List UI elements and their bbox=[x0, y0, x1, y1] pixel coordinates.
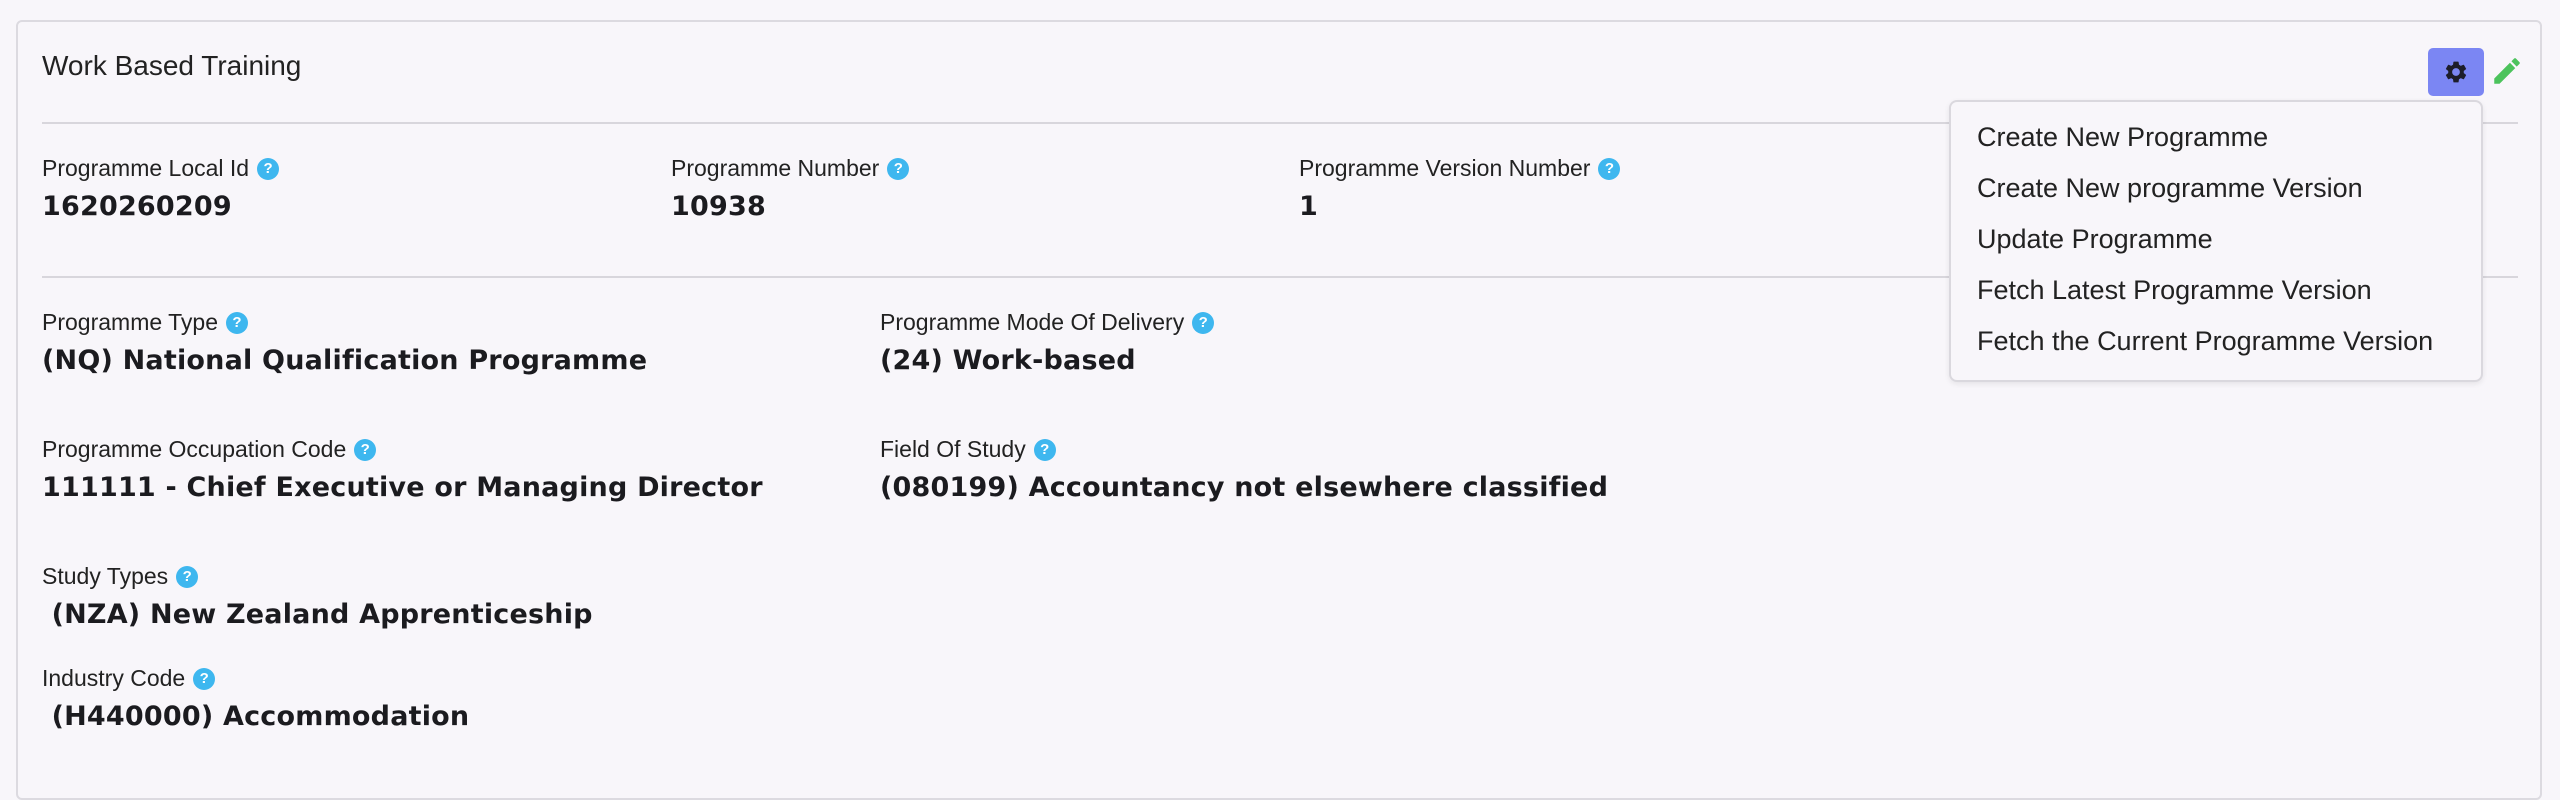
study-types-value: (NZA) New Zealand Apprenticeship bbox=[42, 599, 593, 630]
help-icon[interactable]: ? bbox=[257, 157, 280, 180]
field-of-study-label: Field Of Study ? bbox=[880, 436, 1056, 463]
study-types-label: Study Types ? bbox=[42, 563, 199, 590]
label-text: Programme Number bbox=[671, 155, 880, 181]
label-text: Study Types bbox=[42, 563, 169, 589]
programme-local-id-label: Programme Local Id ? bbox=[42, 155, 280, 182]
settings-dropdown-menu: Create New Programme Create New programm… bbox=[1949, 100, 2483, 382]
card-title: Work Based Training bbox=[42, 50, 302, 81]
help-icon[interactable]: ? bbox=[887, 157, 910, 180]
programme-type-value: (NQ) National Qualification Programme bbox=[42, 345, 648, 376]
programme-local-id-value: 1620260209 bbox=[42, 191, 232, 222]
label-text: Programme Local Id bbox=[42, 155, 250, 181]
programme-mode-of-delivery-label: Programme Mode Of Delivery ? bbox=[880, 309, 1215, 336]
help-icon[interactable]: ? bbox=[193, 667, 216, 690]
field-of-study-value: (080199) Accountancy not elsewhere class… bbox=[880, 472, 1609, 503]
label-text: Programme Occupation Code bbox=[42, 436, 347, 462]
label-text: Programme Mode Of Delivery bbox=[880, 309, 1185, 335]
programme-version-number-label: Programme Version Number ? bbox=[1299, 155, 1621, 182]
programme-mode-of-delivery-value: (24) Work-based bbox=[880, 345, 1136, 376]
menu-item-fetch-current-programme-version[interactable]: Fetch the Current Programme Version bbox=[1977, 326, 2433, 357]
menu-item-create-new-programme[interactable]: Create New Programme bbox=[1977, 122, 2268, 153]
help-icon[interactable]: ? bbox=[1598, 157, 1621, 180]
programme-number-value: 10938 bbox=[671, 191, 766, 222]
label-text: Industry Code bbox=[42, 665, 186, 691]
help-icon[interactable]: ? bbox=[1033, 438, 1056, 461]
programme-occupation-code-label: Programme Occupation Code ? bbox=[42, 436, 377, 463]
label-text: Programme Version Number bbox=[1299, 155, 1591, 181]
programme-type-label: Programme Type ? bbox=[42, 309, 248, 336]
programme-number-label: Programme Number ? bbox=[671, 155, 910, 182]
menu-item-fetch-latest-programme-version[interactable]: Fetch Latest Programme Version bbox=[1977, 275, 2372, 306]
help-icon[interactable]: ? bbox=[225, 311, 248, 334]
label-text: Programme Type bbox=[42, 309, 218, 335]
menu-item-create-new-programme-version[interactable]: Create New programme Version bbox=[1977, 173, 2363, 204]
label-text: Field Of Study bbox=[880, 436, 1026, 462]
programme-version-number-value: 1 bbox=[1299, 191, 1318, 222]
help-icon[interactable]: ? bbox=[176, 565, 199, 588]
industry-code-label: Industry Code ? bbox=[42, 665, 216, 692]
menu-item-update-programme[interactable]: Update Programme bbox=[1977, 224, 2213, 255]
edit-button[interactable] bbox=[2490, 54, 2526, 90]
settings-button[interactable] bbox=[2428, 48, 2484, 96]
help-icon[interactable]: ? bbox=[1192, 311, 1215, 334]
programme-occupation-code-value: 111111 - Chief Executive or Managing Dir… bbox=[42, 472, 763, 503]
help-icon[interactable]: ? bbox=[354, 438, 377, 461]
industry-code-value: (H440000) Accommodation bbox=[42, 701, 470, 732]
pencil-icon bbox=[2494, 58, 2520, 84]
gear-icon bbox=[2445, 61, 2467, 83]
